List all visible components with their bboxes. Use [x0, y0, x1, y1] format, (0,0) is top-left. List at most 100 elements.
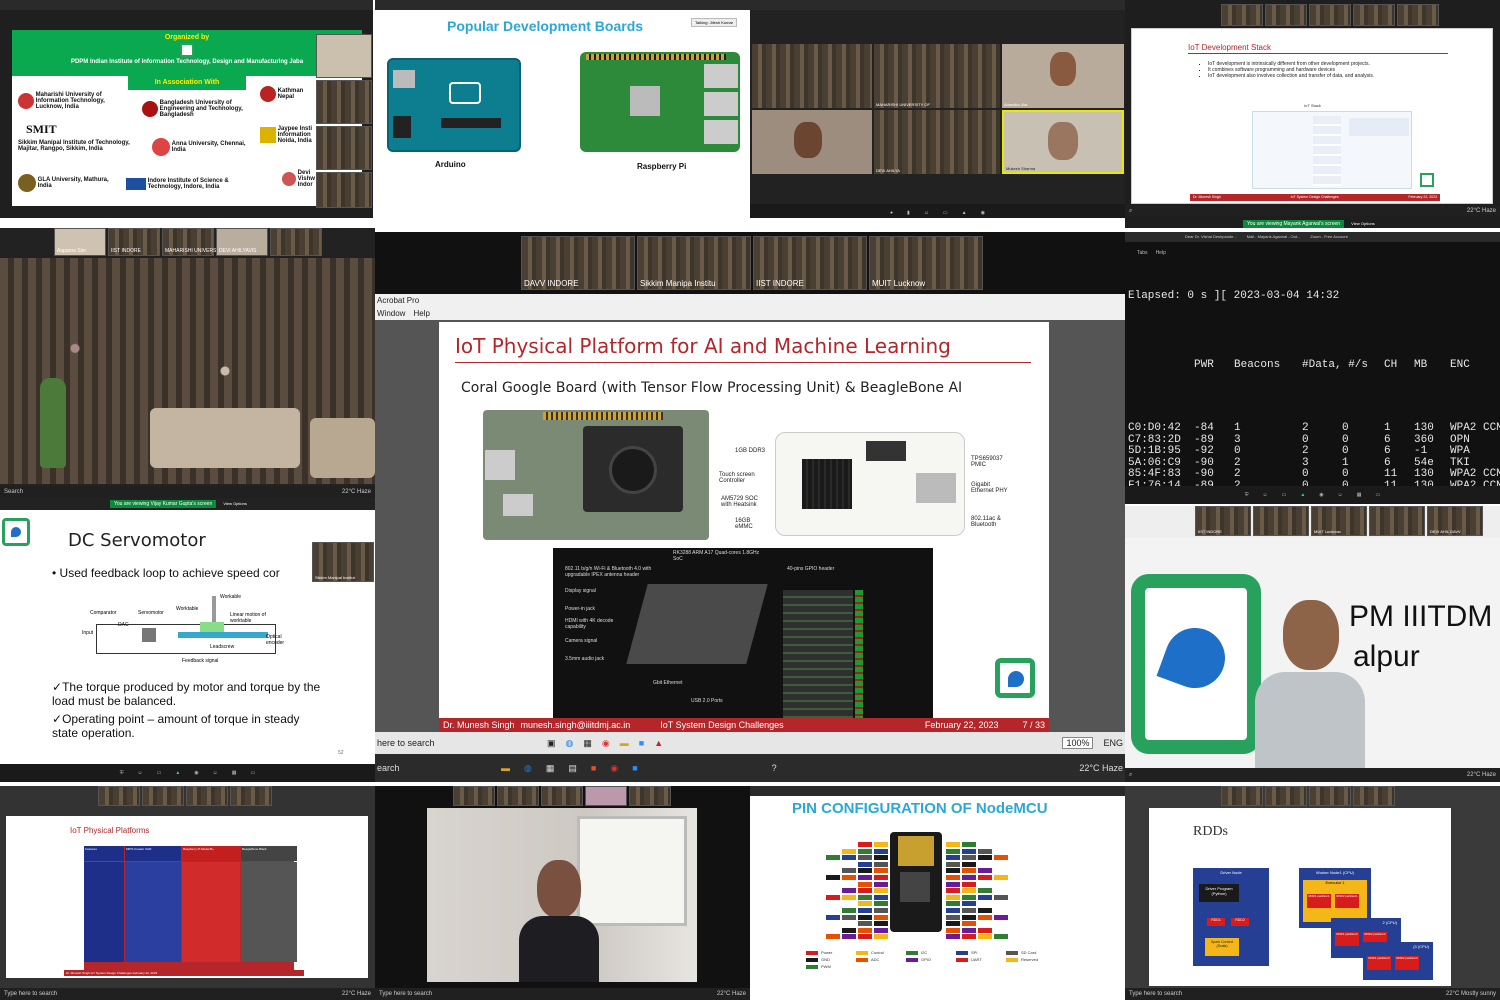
participant-video-thumb[interactable] — [142, 786, 184, 806]
participant-video-thumb[interactable] — [1369, 506, 1425, 536]
participant-video-thumb[interactable]: DEVI AHILYAVIS — [216, 228, 268, 256]
search-box[interactable]: here to search — [377, 738, 537, 748]
participant-video-thumb[interactable] — [1253, 506, 1309, 536]
participant-video-thumb[interactable] — [1265, 786, 1307, 806]
chat-icon[interactable]: ▭ — [943, 210, 948, 216]
participant-video-thumb[interactable]: DEVI AHIL DAVV — [1427, 506, 1483, 536]
chat-icon[interactable]: ▭ — [1282, 492, 1287, 498]
search-box[interactable]: earch — [377, 763, 487, 773]
security-icon[interactable]: ⛨ — [1245, 492, 1249, 498]
participant-video-thumb[interactable] — [541, 786, 583, 806]
participant-video-thumb[interactable]: Sikkim Manipa Institu — [637, 236, 751, 290]
share-screen-icon[interactable]: ▲ — [1300, 492, 1305, 498]
participant-video-thumb[interactable] — [1265, 4, 1307, 26]
menu-window[interactable]: Window — [377, 308, 405, 320]
participant-video-thumb[interactable] — [186, 786, 228, 806]
record-icon[interactable]: ◉ — [1319, 492, 1323, 498]
search-box[interactable]: Type here to search — [1129, 991, 1182, 997]
browser-tab[interactable]: Zoom - Free Account — [1310, 232, 1347, 242]
participant-video-thumb[interactable] — [1353, 4, 1395, 26]
view-options-button[interactable]: View Options — [1351, 221, 1375, 226]
security-icon[interactable]: ⛨ — [120, 770, 124, 776]
apps-icon[interactable]: ▦ — [1357, 492, 1362, 498]
participant-video-thumb[interactable] — [497, 786, 539, 806]
participant-video-tile[interactable] — [752, 110, 872, 174]
search-box[interactable]: ⌕ — [1129, 208, 1132, 215]
reactions-icon[interactable]: ☺ — [213, 770, 218, 776]
participant-video-thumb[interactable] — [98, 786, 140, 806]
chrome-icon[interactable]: ◉ — [602, 738, 610, 749]
participant-video-thumb[interactable]: MUIT Lucknow — [869, 236, 983, 290]
edge-icon[interactable]: ◍ — [524, 763, 532, 774]
browser-tab[interactable]: Mail - Mayank Agarwal - Out... — [1247, 232, 1301, 242]
menu-tabs[interactable]: Tabs — [1137, 250, 1148, 256]
participant-video-thumb[interactable] — [1221, 786, 1263, 806]
participant-video-tile[interactable]: DEVI AHILYA — [874, 110, 1000, 174]
participant-video-thumb[interactable] — [1221, 4, 1263, 26]
zoom-icon[interactable]: ■ — [632, 763, 637, 773]
participant-video-thumb[interactable] — [230, 786, 272, 806]
participant-video-thumb[interactable] — [1309, 786, 1351, 806]
participant-video-thumb[interactable] — [1397, 4, 1439, 26]
participant-video-thumb[interactable] — [1309, 4, 1351, 26]
participant-video-thumb[interactable]: IIST INDORE — [753, 236, 867, 290]
participant-video-thumb[interactable] — [1353, 786, 1395, 806]
participant-video-thumb[interactable]: Sikkim Manipal Institut — [312, 542, 374, 582]
search-box[interactable]: ⌕ — [1129, 772, 1132, 779]
help-icon[interactable]: ? — [772, 763, 777, 773]
chrome-icon[interactable]: ◉ — [610, 763, 618, 774]
menu-help[interactable]: Help — [1156, 250, 1166, 256]
participant-video-tile[interactable]: Anamika Jha — [1002, 44, 1124, 108]
record-icon[interactable]: ◉ — [194, 770, 198, 776]
search-box[interactable]: Type here to search — [4, 991, 57, 997]
menu-help[interactable]: Help — [413, 308, 429, 320]
participant-video-thumb[interactable]: Aaparna Sim — [54, 228, 106, 256]
participant-video-thumb[interactable] — [316, 172, 372, 208]
participant-video-thumb[interactable] — [316, 80, 372, 124]
participants-icon[interactable]: ☺ — [1263, 492, 1268, 498]
participant-video-thumb[interactable]: MAHARISHI UNIVERS — [162, 228, 216, 256]
chat-icon[interactable]: ▭ — [157, 770, 162, 776]
participant-video-thumb[interactable]: IIST INDORE — [1195, 506, 1251, 536]
explorer-icon[interactable]: ▬ — [501, 763, 510, 773]
participant-video-thumb[interactable]: DAVV INDORE — [521, 236, 635, 290]
participant-video-thumb[interactable] — [316, 126, 372, 170]
reactions-icon[interactable]: ☺ — [1338, 492, 1343, 498]
search-box[interactable]: Type here to search — [379, 991, 432, 997]
participant-video-tile[interactable]: MAHARISHI UNIVERSITY OF — [874, 44, 1000, 108]
view-options-button[interactable]: View Options — [223, 501, 247, 506]
acrobat-icon[interactable]: ▲ — [654, 738, 663, 748]
record-icon[interactable]: ◉ — [981, 210, 985, 216]
participant-video-thumb[interactable] — [270, 228, 322, 256]
participant-video-tile-active[interactable]: Mukesh Sharma — [1002, 110, 1124, 174]
whiteboards-icon[interactable]: ▭ — [1376, 492, 1381, 498]
participant-video-thumb[interactable] — [629, 786, 671, 806]
search-box[interactable]: Search — [4, 489, 23, 495]
participants-icon[interactable]: ☺ — [138, 770, 143, 776]
participant-video-thumb[interactable]: IIST INDORE — [108, 228, 160, 256]
taskview-icon[interactable]: ▣ — [547, 738, 556, 749]
participant-video-tile[interactable] — [752, 44, 872, 108]
tile-center-ai-platform: DAVV INDORE Sikkim Manipa Institu IIST I… — [375, 232, 1125, 782]
participants-icon[interactable]: ☺ — [924, 210, 929, 216]
video-icon[interactable]: ▮ — [907, 210, 910, 216]
zoom-icon[interactable]: ■ — [639, 738, 644, 748]
participant-video-thumb[interactable]: MUIT Lucknow — [1311, 506, 1367, 536]
participant-video-thumb[interactable] — [585, 786, 627, 806]
zoom-level[interactable]: 100% — [1062, 737, 1094, 749]
share-screen-icon[interactable]: ▲ — [175, 770, 180, 776]
edge-icon[interactable]: ◍ — [566, 738, 574, 749]
explorer-icon[interactable]: ▬ — [620, 738, 629, 748]
presenter-video-thumb[interactable] — [316, 34, 372, 78]
calendar-icon[interactable]: ▤ — [568, 763, 577, 774]
whiteboards-icon[interactable]: ▭ — [251, 770, 256, 776]
store-icon[interactable]: ▦ — [546, 763, 555, 774]
share-screen-icon[interactable]: ▲ — [962, 210, 967, 216]
participant-video-thumb[interactable] — [453, 786, 495, 806]
office-icon[interactable]: ■ — [591, 763, 596, 773]
mute-icon[interactable]: ● — [890, 210, 893, 216]
ap-cell: 6 — [1384, 445, 1391, 457]
browser-tab[interactable]: Dear Dr. Vishal Deshpande... — [1185, 232, 1237, 242]
store-icon[interactable]: ▦ — [583, 738, 592, 749]
apps-icon[interactable]: ▦ — [232, 770, 237, 776]
